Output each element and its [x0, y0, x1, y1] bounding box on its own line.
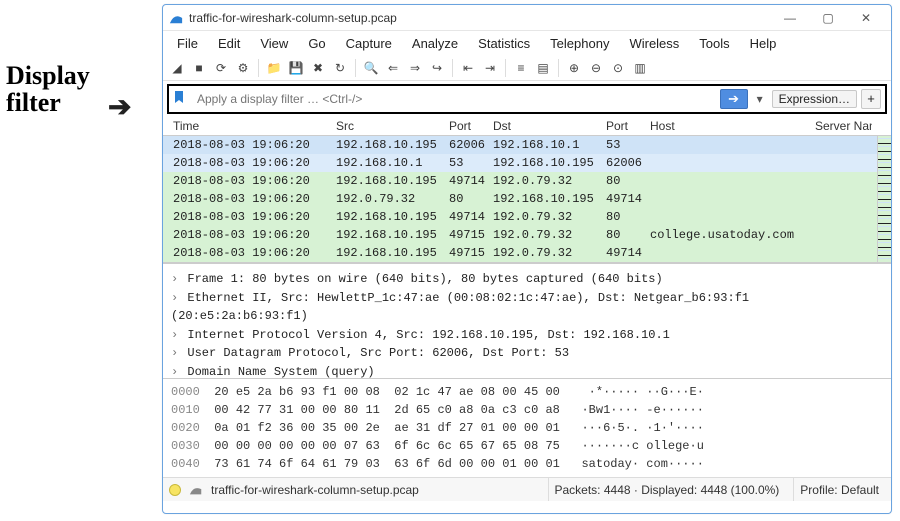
menu-tools[interactable]: Tools: [691, 34, 737, 53]
zoom-in-icon[interactable]: ⊕: [564, 58, 584, 78]
gear-icon[interactable]: ⚙: [233, 58, 253, 78]
column-dst[interactable]: Dst: [489, 117, 602, 135]
apply-filter-button[interactable]: ➔: [720, 89, 748, 109]
status-file: traffic-for-wireshark-column-setup.pcap: [211, 483, 419, 497]
save-icon[interactable]: 💾: [286, 58, 306, 78]
hex-line[interactable]: 0040 73 61 74 6f 64 61 79 03 63 6f 6d 00…: [171, 455, 883, 473]
packet-details-pane[interactable]: Frame 1: 80 bytes on wire (640 bits), 80…: [163, 263, 891, 379]
filter-history-dropdown[interactable]: ▾: [752, 89, 768, 109]
menu-view[interactable]: View: [252, 34, 296, 53]
fin-icon[interactable]: ◢: [167, 58, 187, 78]
detail-line[interactable]: Ethernet II, Src: HewlettP_1c:47:ae (00:…: [171, 289, 883, 326]
status-bar: traffic-for-wireshark-column-setup.pcap …: [163, 477, 891, 501]
display-filter-input[interactable]: [193, 89, 716, 109]
arrow-right-icon[interactable]: ⇒: [405, 58, 425, 78]
goto-icon[interactable]: ↪: [427, 58, 447, 78]
menu-bar: FileEditViewGo CaptureAnalyzeStatisticsTe…: [163, 31, 891, 56]
packet-row[interactable]: 2018-08-03 19:06:20192.168.10.1954971419…: [163, 172, 891, 190]
menu-wireless[interactable]: Wireless: [621, 34, 687, 53]
last-icon[interactable]: ⇥: [480, 58, 500, 78]
packet-row[interactable]: 2018-08-03 19:06:20192.168.10.1956200619…: [163, 136, 891, 154]
packet-list-pane: TimeSrcPortDstPortHostServer Name 2018-0…: [163, 116, 891, 263]
detail-line[interactable]: User Datagram Protocol, Src Port: 62006,…: [171, 344, 883, 363]
hex-line[interactable]: 0030 00 00 00 00 00 00 07 63 6f 6c 6c 65…: [171, 437, 883, 455]
packet-row[interactable]: 2018-08-03 19:06:20192.168.10.1954971519…: [163, 244, 891, 262]
first-icon[interactable]: ⇤: [458, 58, 478, 78]
packet-row[interactable]: 2018-08-03 19:06:20192.168.10.1954971519…: [163, 226, 891, 244]
refresh-icon[interactable]: ⟳: [211, 58, 231, 78]
colorize-icon[interactable]: ▤: [533, 58, 553, 78]
menu-go[interactable]: Go: [300, 34, 333, 53]
zoom-reset-icon[interactable]: ⊙: [608, 58, 628, 78]
detail-line[interactable]: Frame 1: 80 bytes on wire (640 bits), 80…: [171, 270, 883, 289]
hex-line[interactable]: 0010 00 42 77 31 00 00 80 11 2d 65 c0 a8…: [171, 401, 883, 419]
menu-file[interactable]: File: [169, 34, 206, 53]
column-port[interactable]: Port: [445, 117, 489, 135]
display-filter-bar: ➔ ▾ Expression… +: [167, 84, 887, 114]
menu-telephony[interactable]: Telephony: [542, 34, 617, 53]
menu-capture[interactable]: Capture: [338, 34, 400, 53]
window-titlebar: traffic-for-wireshark-column-setup.pcap …: [163, 5, 891, 31]
detail-line[interactable]: Domain Name System (query): [171, 363, 883, 379]
packet-list-body[interactable]: 2018-08-03 19:06:20192.168.10.1956200619…: [163, 136, 891, 262]
close-file-icon[interactable]: ✖: [308, 58, 328, 78]
column-time[interactable]: Time: [169, 117, 332, 135]
column-src[interactable]: Src: [332, 117, 445, 135]
menu-statistics[interactable]: Statistics: [470, 34, 538, 53]
reload-icon[interactable]: ↻: [330, 58, 350, 78]
expert-info-icon[interactable]: [169, 484, 181, 496]
hex-line[interactable]: 0020 0a 01 f2 36 00 35 00 2e ae 31 df 27…: [171, 419, 883, 437]
packet-list-header[interactable]: TimeSrcPortDstPortHostServer Name: [163, 116, 891, 136]
packet-bytes-pane[interactable]: 0000 20 e5 2a b6 93 f1 00 08 02 1c 47 ae…: [163, 379, 891, 477]
main-toolbar: ◢■⟳⚙ 📁💾✖↻ 🔍⇐⇒↪ ⇤⇥ ≡▤ ⊕⊖⊙▥: [163, 56, 891, 81]
search-icon[interactable]: 🔍: [361, 58, 381, 78]
folder-icon[interactable]: 📁: [264, 58, 284, 78]
app-icon: [169, 11, 183, 25]
packet-row[interactable]: 2018-08-03 19:06:20192.0.79.3280192.168.…: [163, 190, 891, 208]
resize-cols-icon[interactable]: ▥: [630, 58, 650, 78]
close-button[interactable]: ✕: [847, 7, 885, 29]
packet-row[interactable]: 2018-08-03 19:06:20192.168.10.1954971419…: [163, 208, 891, 226]
wireshark-window: traffic-for-wireshark-column-setup.pcap …: [162, 4, 892, 514]
hex-line[interactable]: 0000 20 e5 2a b6 93 f1 00 08 02 1c 47 ae…: [171, 383, 883, 401]
column-host[interactable]: Host: [646, 117, 811, 135]
menu-help[interactable]: Help: [742, 34, 785, 53]
stop-icon[interactable]: ■: [189, 58, 209, 78]
menu-analyze[interactable]: Analyze: [404, 34, 466, 53]
maximize-button[interactable]: ▢: [809, 7, 847, 29]
menu-edit[interactable]: Edit: [210, 34, 248, 53]
arrow-left-icon[interactable]: ⇐: [383, 58, 403, 78]
zoom-out-icon[interactable]: ⊖: [586, 58, 606, 78]
window-title: traffic-for-wireshark-column-setup.pcap: [189, 11, 771, 25]
detail-line[interactable]: Internet Protocol Version 4, Src: 192.16…: [171, 326, 883, 345]
packet-row[interactable]: 2018-08-03 19:06:20192.168.10.153192.168…: [163, 154, 891, 172]
arrow-icon: ➔: [108, 90, 131, 123]
status-packet-count: Packets: 4448 · Displayed: 4448 (100.0%): [548, 478, 786, 501]
annotation-label: Display filter: [6, 62, 90, 117]
bookmark-icon[interactable]: [173, 90, 189, 108]
arrow-right-icon: ➔: [728, 91, 739, 107]
expression-button[interactable]: Expression…: [772, 90, 857, 108]
column-port[interactable]: Port: [602, 117, 646, 135]
column-server-name[interactable]: Server Name: [811, 117, 872, 135]
add-filter-button[interactable]: +: [861, 89, 881, 109]
autoscroll-icon[interactable]: ≡: [511, 58, 531, 78]
minimize-button[interactable]: —: [771, 7, 809, 29]
packet-minimap[interactable]: [877, 136, 891, 262]
capture-file-icon: [189, 483, 203, 497]
status-profile[interactable]: Profile: Default: [793, 478, 885, 501]
